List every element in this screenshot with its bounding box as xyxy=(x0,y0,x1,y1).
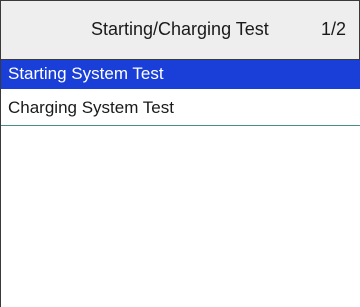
page-title: Starting/Charging Test xyxy=(91,19,269,39)
title-bar: Starting/Charging Test 1/2 xyxy=(0,0,360,60)
menu-item-starting-system-test[interactable]: Starting System Test xyxy=(1,60,360,89)
menu-item-label: Charging System Test xyxy=(8,98,174,117)
menu-item-label: Starting System Test xyxy=(8,64,164,83)
page-indicator: 1/2 xyxy=(320,19,346,39)
scan-tool-screen: Starting/Charging Test 1/2 Starting Syst… xyxy=(0,0,360,307)
test-menu-list: Starting System Test Charging System Tes… xyxy=(0,60,360,307)
menu-item-charging-system-test[interactable]: Charging System Test xyxy=(1,89,360,126)
